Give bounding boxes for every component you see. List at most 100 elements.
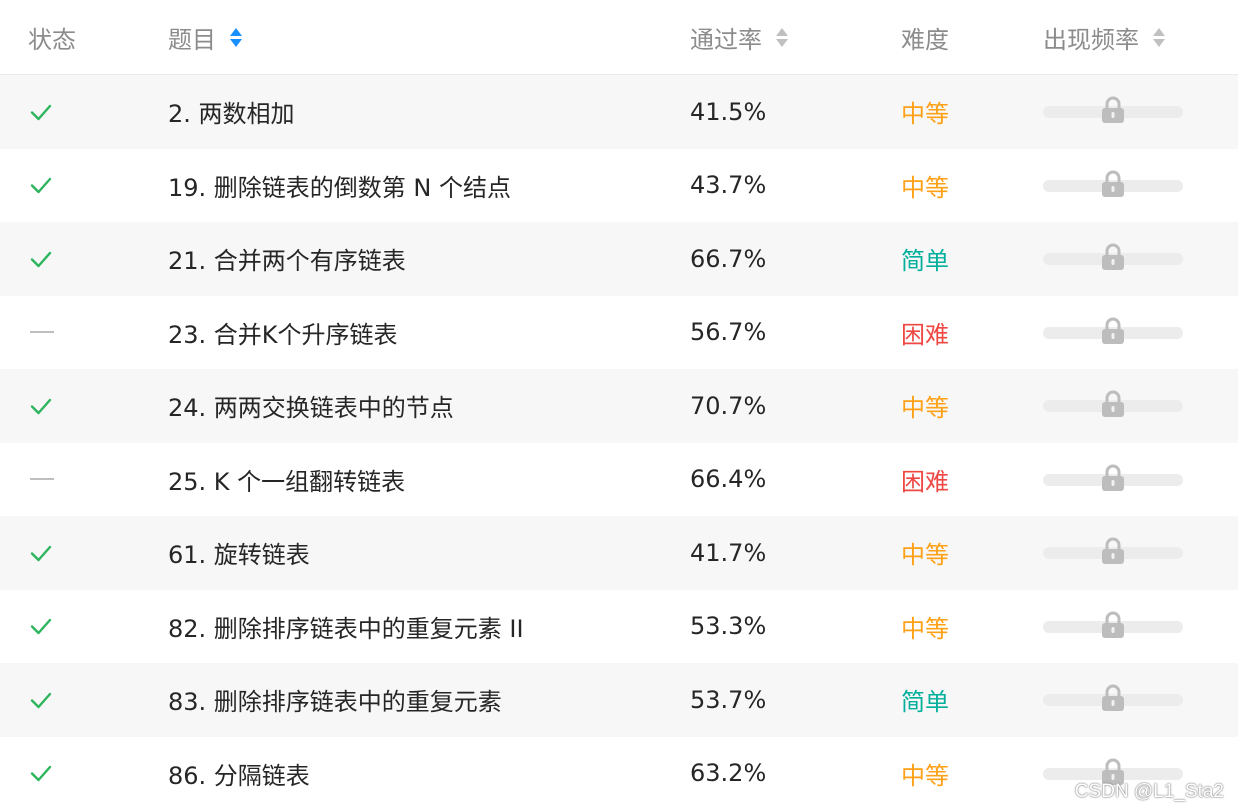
status-cell bbox=[28, 222, 68, 296]
sort-desc-icon bbox=[1153, 39, 1165, 47]
header-title[interactable]: 题目 bbox=[168, 0, 242, 75]
header-difficulty-label: 难度 bbox=[901, 26, 949, 54]
check-icon bbox=[30, 104, 52, 120]
lock-icon bbox=[1102, 390, 1124, 417]
sort-icon[interactable] bbox=[230, 28, 242, 47]
problem-title-link[interactable]: 19. 删除链表的倒数第 N 个结点 bbox=[168, 149, 511, 223]
status-cell bbox=[28, 75, 68, 149]
table-row[interactable]: 23. 合并K个升序链表 56.7% 困难 bbox=[0, 295, 1238, 370]
table-row[interactable]: 21. 合并两个有序链表 66.7% 简单 bbox=[0, 222, 1238, 296]
table-row[interactable]: 19. 删除链表的倒数第 N 个结点 43.7% 中等 bbox=[0, 148, 1238, 223]
sort-desc-icon bbox=[776, 39, 788, 47]
acceptance-rate: 53.3% bbox=[690, 612, 767, 641]
problem-title-link[interactable]: 61. 旋转链表 bbox=[168, 516, 310, 590]
sort-icon[interactable] bbox=[776, 28, 788, 47]
frequency-bar bbox=[1043, 222, 1183, 296]
frequency-bar bbox=[1043, 516, 1183, 590]
lock-icon bbox=[1102, 96, 1124, 123]
sort-asc-icon bbox=[1153, 28, 1165, 36]
status-cell bbox=[28, 443, 68, 517]
table-row[interactable]: 86. 分隔链表 63.2% 中等 bbox=[0, 736, 1238, 811]
header-status: 状态 bbox=[28, 0, 76, 75]
acceptance-rate: 56.7% bbox=[690, 318, 767, 347]
lock-icon bbox=[1102, 464, 1124, 491]
status-cell bbox=[28, 296, 68, 370]
problem-title-link[interactable]: 23. 合并K个升序链表 bbox=[168, 296, 398, 370]
difficulty-label: 中等 bbox=[901, 541, 949, 570]
check-icon bbox=[30, 692, 52, 708]
frequency-bar bbox=[1043, 149, 1183, 223]
dash-icon bbox=[30, 331, 54, 334]
acceptance-rate: 41.7% bbox=[690, 538, 767, 567]
difficulty-label: 中等 bbox=[901, 614, 949, 643]
header-status-label: 状态 bbox=[28, 26, 76, 54]
acceptance-rate: 41.5% bbox=[690, 97, 767, 126]
problem-title-link[interactable]: 21. 合并两个有序链表 bbox=[168, 222, 406, 296]
sort-asc-icon bbox=[776, 28, 788, 36]
frequency-bar bbox=[1043, 663, 1183, 737]
check-icon bbox=[30, 766, 52, 782]
lock-icon bbox=[1102, 170, 1124, 197]
table-row[interactable]: 24. 两两交换链表中的节点 70.7% 中等 bbox=[0, 369, 1238, 443]
lock-icon bbox=[1102, 537, 1124, 564]
lock-icon bbox=[1102, 684, 1124, 711]
difficulty-label: 中等 bbox=[901, 394, 949, 423]
acceptance-rate: 70.7% bbox=[690, 391, 767, 420]
acceptance-rate: 63.2% bbox=[690, 759, 767, 788]
lock-icon bbox=[1102, 243, 1124, 270]
difficulty-label: 困难 bbox=[901, 320, 949, 349]
lock-icon bbox=[1102, 611, 1124, 638]
acceptance-rate: 66.7% bbox=[690, 244, 767, 273]
watermark: CSDN @L1_Sta2 bbox=[1074, 781, 1224, 802]
difficulty-label: 简单 bbox=[901, 247, 949, 276]
table-row[interactable]: 82. 删除排序链表中的重复元素 II 53.3% 中等 bbox=[0, 589, 1238, 664]
difficulty-label: 中等 bbox=[901, 761, 949, 790]
problem-title-link[interactable]: 83. 删除排序链表中的重复元素 bbox=[168, 663, 502, 737]
check-icon bbox=[30, 251, 52, 267]
status-cell bbox=[28, 737, 68, 811]
check-icon bbox=[30, 545, 52, 561]
acceptance-rate: 53.7% bbox=[690, 685, 767, 714]
frequency-bar bbox=[1043, 75, 1183, 149]
table-row[interactable]: 83. 删除排序链表中的重复元素 53.7% 简单 bbox=[0, 663, 1238, 737]
problem-title-link[interactable]: 86. 分隔链表 bbox=[168, 737, 310, 811]
header-frequency[interactable]: 出现频率 bbox=[1043, 0, 1165, 75]
status-cell bbox=[28, 149, 68, 223]
lock-icon bbox=[1102, 317, 1124, 344]
table-header: 状态 题目 通过率 难度 出现频率 bbox=[0, 0, 1238, 75]
acceptance-rate: 43.7% bbox=[690, 171, 767, 200]
frequency-bar bbox=[1043, 369, 1183, 443]
difficulty-label: 中等 bbox=[901, 100, 949, 129]
header-difficulty: 难度 bbox=[901, 0, 949, 75]
frequency-bar bbox=[1043, 296, 1183, 370]
problem-title-link[interactable]: 24. 两两交换链表中的节点 bbox=[168, 369, 454, 443]
dash-icon bbox=[30, 478, 54, 481]
problem-title-link[interactable]: 82. 删除排序链表中的重复元素 II bbox=[168, 590, 524, 664]
sort-icon[interactable] bbox=[1153, 28, 1165, 47]
status-cell bbox=[28, 516, 68, 590]
status-cell bbox=[28, 590, 68, 664]
problem-title-link[interactable]: 2. 两数相加 bbox=[168, 75, 295, 149]
header-title-label: 题目 bbox=[168, 26, 216, 54]
check-icon bbox=[30, 178, 52, 194]
check-icon bbox=[30, 398, 52, 414]
status-cell bbox=[28, 663, 68, 737]
status-cell bbox=[28, 369, 68, 443]
frequency-bar bbox=[1043, 443, 1183, 517]
sort-desc-icon bbox=[230, 39, 242, 47]
problem-title-link[interactable]: 25. K 个一组翻转链表 bbox=[168, 443, 405, 517]
frequency-bar bbox=[1043, 590, 1183, 664]
difficulty-label: 困难 bbox=[901, 467, 949, 496]
acceptance-rate: 66.4% bbox=[690, 465, 767, 494]
header-rate-label: 通过率 bbox=[690, 26, 762, 54]
sort-asc-icon bbox=[230, 28, 242, 36]
difficulty-label: 简单 bbox=[901, 688, 949, 717]
check-icon bbox=[30, 619, 52, 635]
table-row[interactable]: 61. 旋转链表 41.7% 中等 bbox=[0, 516, 1238, 590]
table-row[interactable]: 2. 两数相加 41.5% 中等 bbox=[0, 75, 1238, 149]
header-frequency-label: 出现频率 bbox=[1043, 26, 1139, 54]
table-row[interactable]: 25. K 个一组翻转链表 66.4% 困难 bbox=[0, 442, 1238, 517]
problem-table: 状态 题目 通过率 难度 出现频率 2. 两数相加 41.5% 中等 19. 删… bbox=[0, 0, 1238, 811]
difficulty-label: 中等 bbox=[901, 173, 949, 202]
header-rate[interactable]: 通过率 bbox=[690, 0, 788, 75]
